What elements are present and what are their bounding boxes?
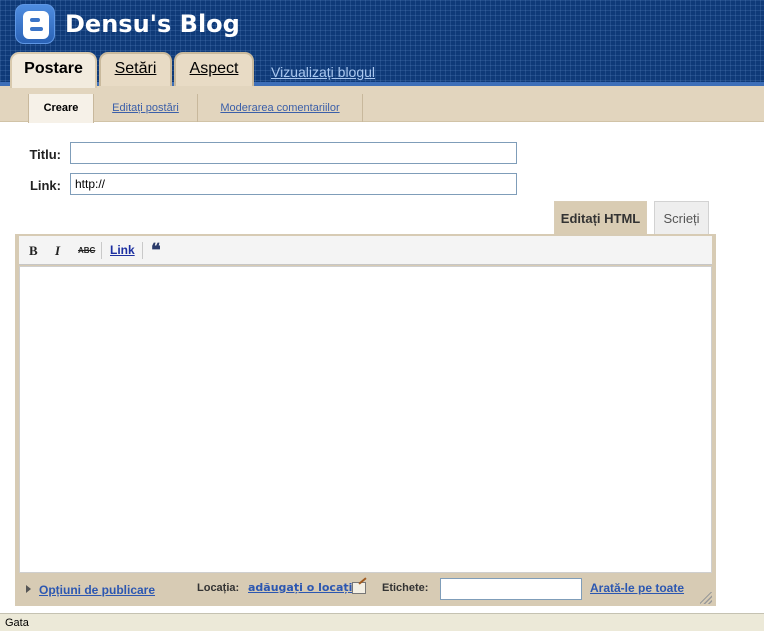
- link-input[interactable]: [70, 173, 517, 195]
- blog-title: Densu's Blog: [65, 10, 240, 38]
- tab-aspect[interactable]: Aspect: [174, 52, 254, 86]
- subnav-top-fill: [0, 86, 764, 94]
- strikethrough-button[interactable]: ABC: [78, 236, 95, 265]
- view-blog-link[interactable]: Vizualizați blogul: [271, 64, 375, 80]
- tab-compose[interactable]: Scrieți: [654, 201, 709, 234]
- bold-button[interactable]: B: [29, 236, 38, 265]
- labels-label: Etichete:: [382, 582, 429, 594]
- blogger-editor-window: Densu's Blog Postare Setări Aspect Vizua…: [0, 0, 764, 631]
- tab-edit-html[interactable]: Editați HTML: [554, 201, 647, 234]
- blogger-logo-icon[interactable]: [15, 4, 55, 44]
- subnav-item-comment-moderation[interactable]: Moderarea comentariilor: [198, 94, 363, 122]
- title-label: Titlu:: [29, 147, 61, 162]
- title-input[interactable]: [70, 142, 517, 164]
- editor-footer: Opțiuni de publicare Locația: adăugați o…: [19, 575, 712, 604]
- link-label: Link:: [29, 178, 61, 193]
- location-label: Locația:: [197, 582, 240, 594]
- labels-input[interactable]: [440, 578, 582, 600]
- subnav-item-creare[interactable]: Creare: [28, 94, 94, 123]
- tab-aspect-label: Aspect: [189, 60, 239, 77]
- link-button[interactable]: Link: [110, 236, 135, 265]
- subnav-item-edit-posts[interactable]: Editați postări: [94, 94, 198, 122]
- resize-grip-icon[interactable]: [700, 592, 712, 604]
- tab-setari-label: Setări: [114, 60, 157, 77]
- expand-arrow-icon[interactable]: [26, 585, 31, 593]
- edit-location-icon[interactable]: [352, 582, 366, 594]
- publish-options-link[interactable]: Opțiuni de publicare: [39, 583, 155, 597]
- post-body-textarea[interactable]: [19, 266, 712, 573]
- blockquote-icon[interactable]: ❝: [151, 236, 161, 265]
- tab-setari[interactable]: Setări: [99, 52, 172, 86]
- show-all-labels-link[interactable]: Arată-le pe toate: [590, 581, 684, 595]
- tab-postare-label: Postare: [24, 60, 83, 77]
- toolbar-divider: [142, 242, 143, 259]
- subnav: Creare Editați postări Moderarea comenta…: [0, 94, 764, 123]
- italic-button[interactable]: I: [55, 236, 60, 265]
- editor-toolbar: B I ABC Link ❝: [19, 236, 712, 265]
- add-location-link[interactable]: adăugați o locație: [248, 581, 360, 594]
- tab-postare[interactable]: Postare: [10, 52, 97, 88]
- browser-status-bar: Gata: [0, 613, 764, 631]
- toolbar-divider: [101, 242, 102, 259]
